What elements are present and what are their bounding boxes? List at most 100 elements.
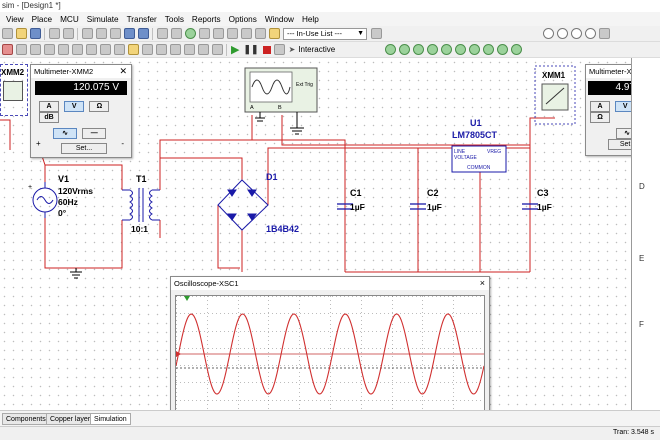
transistor-icon[interactable] xyxy=(43,44,55,55)
main-toolbar: --- In-Use List --- ▼ xyxy=(0,26,660,42)
paste-icon[interactable] xyxy=(109,28,121,39)
transformer-symbol[interactable] xyxy=(122,188,160,222)
probe-properties-icon[interactable] xyxy=(510,44,522,55)
print-preview-icon[interactable] xyxy=(62,28,74,39)
dc-mode-button[interactable]: — xyxy=(82,128,107,139)
multimeter-xmm2-symbol[interactable] xyxy=(3,81,23,101)
postprocessor-icon[interactable] xyxy=(212,28,224,39)
probe-clear-icon[interactable] xyxy=(496,44,508,55)
tab-simulation[interactable]: Simulation xyxy=(90,413,131,425)
ttl-icon[interactable] xyxy=(71,44,83,55)
zoom-out-icon[interactable] xyxy=(557,28,568,39)
probe-direction-icon[interactable] xyxy=(482,44,494,55)
probe-voltage-icon[interactable] xyxy=(384,44,396,55)
database-icon[interactable] xyxy=(184,28,196,39)
wire xyxy=(505,147,531,272)
help-icon[interactable] xyxy=(371,28,382,39)
power-icon[interactable] xyxy=(141,44,153,55)
basic-component-icon[interactable] xyxy=(15,44,27,55)
vertical-ruler: D E F xyxy=(631,58,660,428)
grapher-icon[interactable] xyxy=(198,28,210,39)
menu-tools[interactable]: Tools xyxy=(161,15,188,24)
wire xyxy=(159,157,243,190)
probe-settings-icon[interactable] xyxy=(468,44,480,55)
annotate-icon[interactable] xyxy=(240,28,252,39)
new-file-icon[interactable] xyxy=(1,28,13,39)
indicator-icon[interactable] xyxy=(127,44,139,55)
menu-simulate[interactable]: Simulate xyxy=(83,15,123,24)
source-icon[interactable] xyxy=(1,44,13,55)
design-toolbox-icon[interactable] xyxy=(156,28,168,39)
rf-icon[interactable] xyxy=(183,44,195,55)
probe-reference-icon[interactable] xyxy=(440,44,452,55)
close-icon[interactable]: × xyxy=(480,277,485,290)
spreadsheet-icon[interactable] xyxy=(170,28,182,39)
c2-value: 1µF xyxy=(427,202,442,212)
cut-icon[interactable] xyxy=(81,28,93,39)
regulator-ref: U1 xyxy=(470,118,482,128)
undo-icon[interactable] xyxy=(123,28,135,39)
regulator-part: LM7805CT xyxy=(452,130,498,140)
menu-mcu[interactable]: MCU xyxy=(56,15,83,24)
oscilloscope-symbol[interactable]: Ext Trig A B xyxy=(244,67,318,113)
bridge-rectifier-symbol[interactable] xyxy=(217,179,269,231)
misc-icon[interactable] xyxy=(155,44,167,55)
tab-components[interactable]: Components xyxy=(2,413,50,425)
run-simulation-icon[interactable]: ▶ xyxy=(231,43,239,56)
menu-view[interactable]: View xyxy=(2,15,28,24)
mixed-icon[interactable] xyxy=(113,44,125,55)
set-button[interactable]: Set... xyxy=(61,143,107,154)
full-screen-icon[interactable] xyxy=(599,28,610,39)
cmos-icon[interactable] xyxy=(85,44,97,55)
open-folder-icon[interactable] xyxy=(15,28,27,39)
ac-mode-button[interactable]: ∿ xyxy=(53,128,77,139)
menu-options[interactable]: Options xyxy=(225,15,261,24)
zoom-area-icon[interactable] xyxy=(571,28,582,39)
ammeter-mode-button[interactable]: A xyxy=(590,101,610,112)
oscilloscope-titlebar[interactable]: Oscilloscope-XSC1 × xyxy=(171,277,489,290)
probe-current-icon[interactable] xyxy=(398,44,410,55)
analog-icon[interactable] xyxy=(57,44,69,55)
menu-transfer[interactable]: Transfer xyxy=(123,15,161,24)
misc-digital-icon[interactable] xyxy=(99,44,111,55)
erc-icon[interactable] xyxy=(226,28,238,39)
copy-icon[interactable] xyxy=(95,28,107,39)
status-bar: Tran: 3.548 s xyxy=(0,426,660,440)
probe-digital-icon[interactable] xyxy=(454,44,466,55)
probe-differential-icon[interactable] xyxy=(426,44,438,55)
multimeter-xmm2-window[interactable]: Multimeter-XMM2 ✕ 120.075 V A V Ω dB ∿ —… xyxy=(30,64,132,158)
close-icon[interactable]: ✕ xyxy=(119,65,127,78)
redo-icon[interactable] xyxy=(137,28,149,39)
ground-icon xyxy=(255,112,304,135)
stop-simulation-icon[interactable] xyxy=(262,45,271,54)
ammeter-mode-button[interactable]: A xyxy=(39,101,59,112)
component-wizard-icon[interactable] xyxy=(268,28,280,39)
probe-icon[interactable] xyxy=(274,44,286,55)
interactive-mode-button[interactable]: ➤ Interactive xyxy=(289,45,336,54)
ohmmeter-mode-button[interactable]: Ω xyxy=(89,101,110,112)
backannotate-icon[interactable] xyxy=(254,28,266,39)
multimeter-xmm2-titlebar[interactable]: Multimeter-XMM2 ✕ xyxy=(31,65,131,78)
zoom-in-icon[interactable] xyxy=(543,28,554,39)
trigger-marker-icon[interactable] xyxy=(184,296,190,301)
advanced-peripherals-icon[interactable] xyxy=(169,44,181,55)
probe-power-icon[interactable] xyxy=(412,44,424,55)
voltmeter-mode-button[interactable]: V xyxy=(64,101,85,112)
multimeter-xmm1-symbol[interactable] xyxy=(541,83,569,111)
diode-icon[interactable] xyxy=(29,44,41,55)
multimeter-xmm2-symbol-frame: XMM2 xyxy=(0,64,28,116)
menu-help[interactable]: Help xyxy=(298,15,323,24)
print-icon[interactable] xyxy=(48,28,60,39)
save-icon[interactable] xyxy=(29,28,41,39)
zoom-sheet-icon[interactable] xyxy=(585,28,596,39)
menu-window[interactable]: Window xyxy=(261,15,298,24)
electromechanical-icon[interactable] xyxy=(197,44,209,55)
menu-reports[interactable]: Reports xyxy=(188,15,225,24)
decibel-mode-button[interactable]: dB xyxy=(39,112,59,123)
mcu-icon[interactable] xyxy=(211,44,223,55)
in-use-list-dropdown[interactable]: --- In-Use List --- ▼ xyxy=(283,27,367,40)
pause-simulation-icon[interactable]: ❚❚ xyxy=(243,44,258,55)
menu-place[interactable]: Place xyxy=(28,15,56,24)
ohmmeter-mode-button[interactable]: Ω xyxy=(590,112,610,123)
ac-source-symbol[interactable] xyxy=(32,182,58,218)
